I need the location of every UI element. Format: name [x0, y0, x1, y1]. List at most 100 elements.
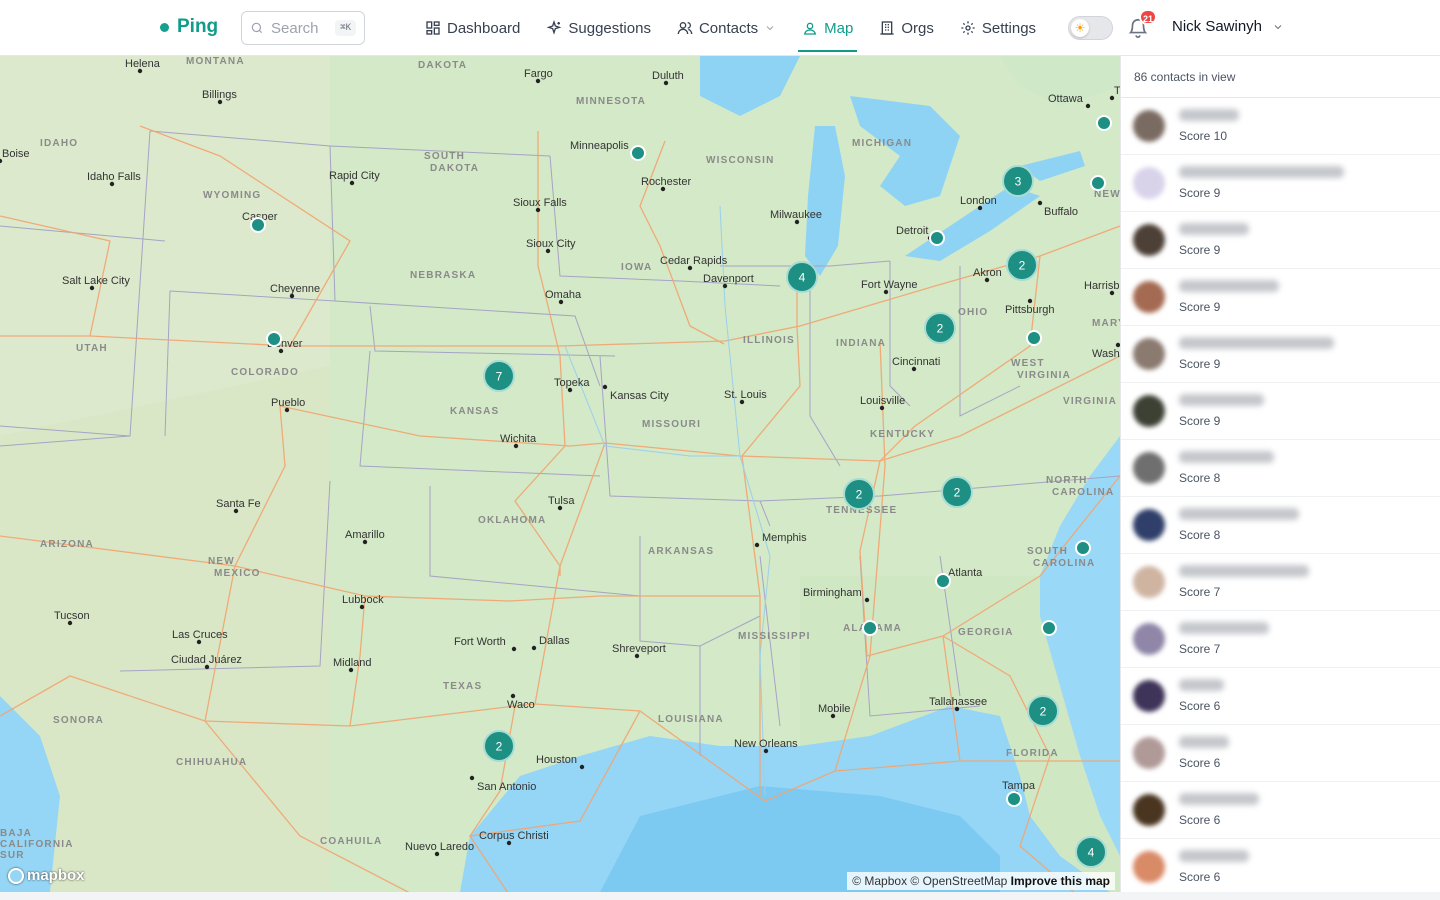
city-label: Salt Lake City — [62, 275, 130, 291]
contact-marker[interactable] — [1075, 540, 1091, 556]
state-label: DAKOTA — [418, 60, 467, 71]
contact-row[interactable]: Score 9 — [1121, 269, 1440, 326]
svg-text:Louisville: Louisville — [860, 395, 905, 407]
contact-marker[interactable] — [1041, 620, 1057, 636]
state-label: TEXAS — [443, 681, 482, 692]
contact-score: Score 6 — [1179, 870, 1221, 884]
svg-text:2: 2 — [1040, 705, 1047, 719]
nav-orgs[interactable]: Orgs — [879, 0, 934, 56]
svg-text:Tallahassee: Tallahassee — [929, 696, 987, 708]
contact-row[interactable]: Score 7 — [1121, 554, 1440, 611]
contact-name-blurred — [1179, 109, 1239, 121]
contact-marker[interactable] — [1090, 175, 1106, 191]
state-label: IOWA — [621, 262, 652, 273]
contact-info: Score 6 — [1179, 679, 1224, 713]
theme-toggle[interactable]: ☀ — [1068, 16, 1113, 40]
svg-text:Sioux City: Sioux City — [526, 238, 576, 250]
contact-row[interactable]: Score 8 — [1121, 440, 1440, 497]
svg-text:Fargo: Fargo — [524, 68, 553, 80]
cluster-marker[interactable]: 2 — [924, 312, 956, 344]
user-name: Nick Sawinyh — [1172, 18, 1263, 35]
map-canvas[interactable]: Helena Billings Fargo Duluth Ottawa Boise Idah… — [0, 56, 1120, 892]
cluster-marker[interactable]: 4 — [1075, 836, 1107, 868]
cluster-marker[interactable]: 4 — [786, 261, 818, 293]
state-label: CHIHUAHUA — [176, 757, 247, 768]
building-icon — [880, 21, 895, 35]
chevron-down-icon — [1274, 24, 1282, 29]
improve-map-link[interactable]: Improve this map — [1011, 874, 1110, 888]
brand-logo[interactable]: Ping — [160, 16, 218, 38]
svg-text:2: 2 — [856, 488, 863, 502]
avatar — [1133, 452, 1165, 484]
cluster-marker[interactable]: 7 — [483, 360, 515, 392]
nav-dashboard[interactable]: Dashboard — [425, 0, 520, 56]
svg-text:Duluth: Duluth — [652, 70, 684, 82]
avatar — [1133, 224, 1165, 256]
contact-row[interactable]: Score 6 — [1121, 725, 1440, 782]
contact-row[interactable]: Score 8 — [1121, 497, 1440, 554]
cluster-marker[interactable]: 2 — [1027, 695, 1059, 727]
contact-marker[interactable] — [250, 217, 266, 233]
contact-row[interactable]: Score 9 — [1121, 155, 1440, 212]
city-label: Shreveport — [612, 643, 666, 659]
contact-marker[interactable] — [1026, 330, 1042, 346]
svg-text:St. Louis: St. Louis — [724, 389, 767, 401]
state-label: MISSISSIPPI — [738, 631, 811, 642]
city-label: Fort Worth — [454, 636, 517, 652]
city-label: Rochester — [641, 176, 691, 192]
svg-text:Santa Fe: Santa Fe — [216, 498, 261, 510]
contact-score: Score 8 — [1179, 528, 1221, 542]
contact-marker[interactable] — [935, 573, 951, 589]
svg-text:Cedar Rapids: Cedar Rapids — [660, 255, 728, 267]
contact-info: Score 6 — [1179, 850, 1249, 884]
contact-marker[interactable] — [1006, 791, 1022, 807]
svg-text:7: 7 — [496, 370, 503, 384]
city-label: Topeka — [554, 377, 590, 393]
contact-row[interactable]: Score 6 — [1121, 668, 1440, 725]
svg-text:London: London — [960, 195, 997, 207]
sun-icon: ☀ — [1071, 19, 1089, 37]
state-label: VIRGINIA — [1063, 396, 1117, 407]
contact-row[interactable]: Score 9 — [1121, 383, 1440, 440]
search-input[interactable]: Search ⌘K — [241, 11, 365, 45]
nav-suggestions[interactable]: Suggestions — [546, 0, 651, 56]
city-label: Louisville — [860, 395, 905, 411]
contact-name-blurred — [1179, 394, 1264, 406]
city-label: Rapid City — [329, 170, 380, 186]
attribution-text[interactable]: © Mapbox © OpenStreetMap — [852, 874, 1007, 888]
contact-marker[interactable] — [1096, 115, 1112, 131]
cluster-marker[interactable]: 2 — [483, 730, 515, 762]
contact-row[interactable]: Score 7 — [1121, 611, 1440, 668]
city-label: Omaha — [545, 289, 582, 305]
search-shortcut: ⌘K — [335, 20, 356, 36]
cluster-marker[interactable]: 2 — [941, 476, 973, 508]
nav-map[interactable]: Map — [798, 0, 858, 56]
contact-row[interactable]: Score 10 — [1121, 98, 1440, 155]
contact-row[interactable]: Score 9 — [1121, 326, 1440, 383]
svg-text:2: 2 — [937, 322, 944, 336]
contact-marker[interactable] — [929, 230, 945, 246]
contacts-panel: 86 contacts in view Score 10 Score 9 Score… — [1120, 56, 1440, 892]
cluster-marker[interactable]: 2 — [843, 478, 875, 510]
contact-row[interactable]: Score 6 — [1121, 782, 1440, 839]
contact-info: Score 9 — [1179, 166, 1344, 200]
contact-info: Score 6 — [1179, 793, 1259, 827]
state-label: WISCONSIN — [706, 155, 775, 166]
mapbox-logo[interactable]: mapbox — [8, 867, 85, 884]
contact-marker[interactable] — [862, 620, 878, 636]
nav-contacts[interactable]: Contacts — [677, 0, 776, 56]
contact-marker[interactable] — [630, 145, 646, 161]
cluster-marker[interactable]: 2 — [1006, 249, 1038, 281]
gear-icon — [961, 21, 975, 35]
state-label: SONORA — [53, 715, 104, 726]
contact-marker[interactable] — [266, 331, 282, 347]
contact-row[interactable]: Score 6 — [1121, 839, 1440, 892]
state-label: ARIZONA — [40, 539, 94, 550]
nav-settings[interactable]: Settings — [960, 0, 1036, 56]
cluster-marker[interactable]: 3 — [1002, 165, 1034, 197]
user-menu[interactable]: Nick Sawinyh — [1172, 18, 1284, 35]
contact-row[interactable]: Score 9 — [1121, 212, 1440, 269]
city-label: Santa Fe — [216, 498, 261, 514]
state-label: LOUISIANA — [658, 714, 724, 725]
city-label: Lubbock — [342, 594, 384, 610]
